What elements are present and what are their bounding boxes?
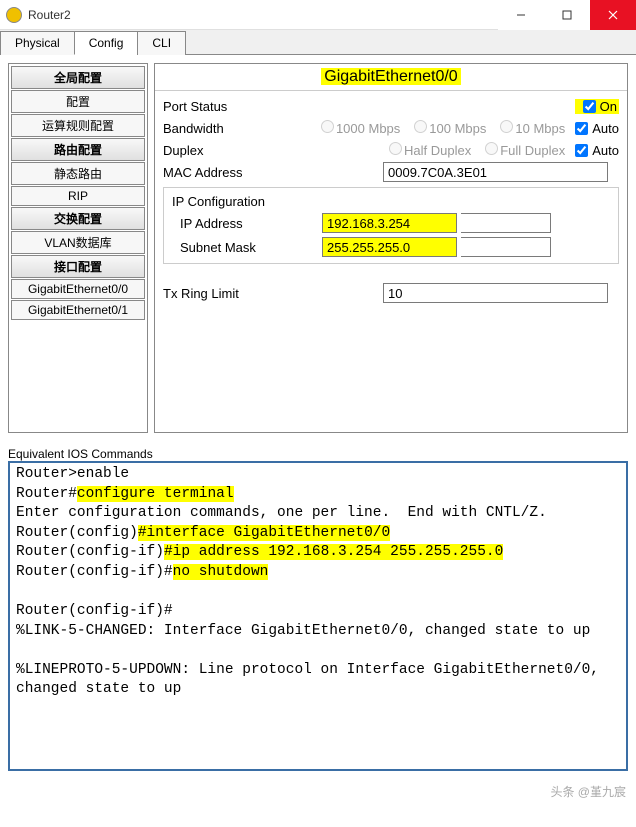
console-line: Enter configuration commands, one per li… (16, 504, 620, 524)
sidebar-item[interactable]: RIP (11, 186, 145, 206)
duplex-label: Duplex (163, 143, 293, 158)
console-line (16, 582, 620, 602)
app-icon (6, 7, 22, 23)
duplex-full[interactable]: Full Duplex (479, 142, 565, 158)
sidebar-group-header: 路由配置 (11, 138, 145, 161)
bw-auto[interactable]: Auto (569, 121, 619, 136)
sidebar-item[interactable]: 静态路由 (11, 162, 145, 185)
subnet-mask-input-ext[interactable] (461, 237, 551, 257)
bw-10[interactable]: 10 Mbps (494, 120, 565, 136)
bandwidth-label: Bandwidth (163, 121, 293, 136)
sidebar-item[interactable]: 配置 (11, 90, 145, 113)
ip-config-section: IP Configuration IP Address Subnet Mask (163, 187, 619, 264)
tab-cli[interactable]: CLI (137, 31, 186, 55)
subnet-mask-label: Subnet Mask (172, 240, 272, 255)
ios-console[interactable]: Router>enableRouter#configure terminalEn… (8, 461, 628, 771)
window-titlebar: Router2 (0, 0, 636, 30)
port-status-checkbox[interactable] (583, 100, 596, 113)
tx-ring-input[interactable] (383, 283, 608, 303)
close-button[interactable] (590, 0, 636, 30)
ios-commands-label: Equivalent IOS Commands (0, 447, 636, 461)
console-line: Router(config-if)#no shutdown (16, 563, 620, 583)
sidebar-item[interactable]: GigabitEthernet0/1 (11, 300, 145, 320)
console-line: Router(config-if)# (16, 602, 620, 622)
sidebar-item[interactable]: GigabitEthernet0/0 (11, 279, 145, 299)
tab-physical[interactable]: Physical (0, 31, 75, 55)
bw-100[interactable]: 100 Mbps (408, 120, 486, 136)
ip-address-input-ext[interactable] (461, 213, 551, 233)
panel-title: GigabitEthernet0/0 (155, 64, 627, 91)
subnet-mask-input[interactable] (322, 237, 457, 257)
ip-address-input[interactable] (322, 213, 457, 233)
ip-config-title: IP Configuration (168, 192, 614, 211)
interface-panel: GigabitEthernet0/0 Port Status On Bandwi… (154, 63, 628, 433)
window-title: Router2 (28, 8, 498, 22)
sidebar-group-header: 交换配置 (11, 207, 145, 230)
sidebar-item[interactable]: 运算规则配置 (11, 114, 145, 137)
sidebar-item[interactable]: VLAN数据库 (11, 231, 145, 254)
console-line: Router(config)#interface GigabitEthernet… (16, 524, 620, 544)
console-line: %LINEPROTO-5-UPDOWN: Line protocol on In… (16, 661, 620, 700)
console-line: Router>enable (16, 465, 620, 485)
port-status-label: Port Status (163, 99, 293, 114)
config-sidebar: 全局配置配置运算规则配置路由配置静态路由RIP交换配置VLAN数据库接口配置Gi… (8, 63, 148, 433)
console-line (16, 641, 620, 661)
minimize-button[interactable] (498, 0, 544, 30)
mac-label: MAC Address (163, 165, 293, 180)
tab-config[interactable]: Config (74, 31, 139, 55)
port-status-on[interactable]: On (575, 99, 619, 114)
sidebar-group-header: 接口配置 (11, 255, 145, 278)
console-line: Router#configure terminal (16, 485, 620, 505)
bw-1000[interactable]: 1000 Mbps (315, 120, 400, 136)
main-tabs: Physical Config CLI (0, 30, 636, 55)
console-line: %LINK-5-CHANGED: Interface GigabitEthern… (16, 622, 620, 642)
mac-input[interactable] (383, 162, 608, 182)
maximize-button[interactable] (544, 0, 590, 30)
sidebar-group-header: 全局配置 (11, 66, 145, 89)
tx-ring-label: Tx Ring Limit (163, 286, 293, 301)
ip-address-label: IP Address (172, 216, 272, 231)
duplex-half[interactable]: Half Duplex (383, 142, 471, 158)
watermark: 头条 @堇九宸 (0, 779, 636, 804)
console-line: Router(config-if)#ip address 192.168.3.2… (16, 543, 620, 563)
duplex-auto[interactable]: Auto (569, 143, 619, 158)
